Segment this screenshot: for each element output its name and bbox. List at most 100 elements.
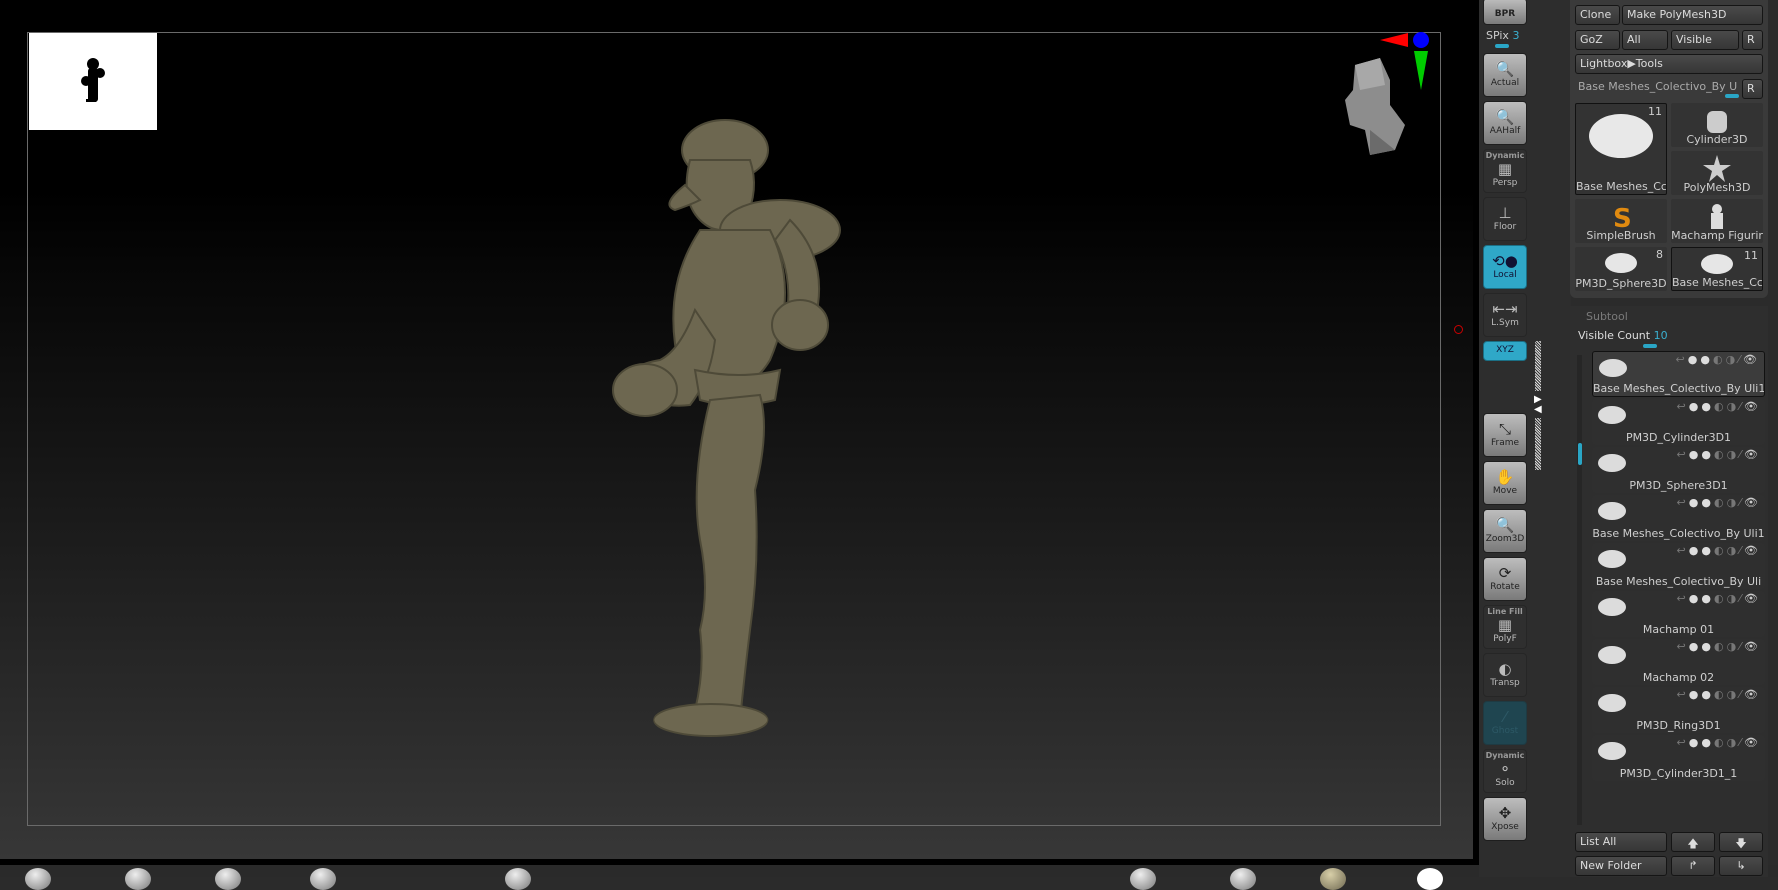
polypaint-toggle-icon[interactable]: ●● (1689, 544, 1714, 557)
folder-arrow-icon[interactable]: ↩ (1676, 353, 1688, 366)
folder-arrow-icon[interactable]: ↩ (1677, 544, 1689, 557)
tool-r-button[interactable]: R (1742, 79, 1763, 99)
actual-button[interactable]: 🔍 Actual (1483, 53, 1527, 97)
dynamic-toggle-icon[interactable]: ◑ (1727, 736, 1740, 749)
navigator-thumbnail[interactable] (29, 33, 157, 130)
brush-sphere-icon[interactable] (505, 868, 531, 890)
subtool-item[interactable]: ↩●●◐◑⁄👁 Machamp 02 (1592, 639, 1765, 685)
subtool-item[interactable]: ↩●●◐◑⁄👁 PM3D_Cylinder3D1_1 (1592, 735, 1765, 781)
subtool-item[interactable]: ↩●●◐◑⁄👁 PM3D_Sphere3D1 (1592, 447, 1765, 493)
solo-button[interactable]: Dynamic ⚬ Solo (1483, 749, 1527, 793)
brush-sphere-icon[interactable] (25, 868, 51, 890)
goz-visible-button[interactable]: Visible (1671, 30, 1739, 50)
subtool-item[interactable]: ↩●●◐◑⁄👁 Base Meshes_Colectivo_By Uli1 (1592, 351, 1765, 397)
folder-arrow-icon[interactable]: ↩ (1677, 640, 1689, 653)
subtool-scroll-thumb[interactable] (1578, 443, 1582, 465)
move-button[interactable]: ✋ Move (1483, 461, 1527, 505)
folder-arrow-icon[interactable]: ↩ (1677, 736, 1689, 749)
solo-toggle-icon[interactable]: ◐ (1714, 592, 1727, 605)
tool-slider-handle[interactable] (1725, 94, 1739, 98)
polypaint-toggle-icon[interactable]: ●● (1689, 688, 1714, 701)
eye-icon[interactable]: 👁 (1744, 688, 1761, 701)
transp-button[interactable]: ◐ Transp (1483, 653, 1527, 697)
redirect-up-button[interactable]: ↱ (1671, 856, 1715, 876)
lightbox-tools-button[interactable]: Lightbox▶Tools (1575, 54, 1763, 74)
local-button[interactable]: ⟲● Local (1483, 245, 1527, 289)
dynamic-toggle-icon[interactable]: ◑ (1727, 544, 1740, 557)
solo-toggle-icon[interactable]: ◐ (1713, 353, 1726, 366)
tool-thumbnail[interactable]: PolyMesh3D (1671, 151, 1763, 195)
dynamic-toggle-icon[interactable]: ◑ (1727, 592, 1740, 605)
goz-all-button[interactable]: All (1622, 30, 1668, 50)
subtool-toggles[interactable]: ↩●●◐◑⁄👁 (1677, 496, 1761, 509)
subtool-item[interactable]: ↩●●◐◑⁄👁 Base Meshes_Colectivo_By Uli (1592, 543, 1765, 589)
xpose-button[interactable]: ✥ Xpose (1483, 797, 1527, 841)
solo-toggle-icon[interactable]: ◐ (1714, 544, 1727, 557)
persp-button[interactable]: Dynamic ▦ Persp (1483, 149, 1527, 193)
dynamic-toggle-icon[interactable]: ◑ (1727, 400, 1740, 413)
lsym-button[interactable]: ⇤⇥ L.Sym (1483, 293, 1527, 337)
list-all-button[interactable]: List All (1575, 832, 1667, 852)
eye-icon[interactable]: 👁 (1744, 640, 1761, 653)
subtool-item[interactable]: ↩●●◐◑⁄👁 PM3D_Cylinder3D1 (1592, 399, 1765, 445)
dynamic-toggle-icon[interactable]: ◑ (1727, 640, 1740, 653)
tool-thumbnail[interactable]: Machamp Figurir (1671, 199, 1763, 243)
subtool-scrollbar[interactable] (1577, 355, 1582, 825)
brush-sphere-icon[interactable] (125, 868, 151, 890)
tool-thumbnail[interactable]: S SimpleBrush (1575, 199, 1667, 243)
polypaint-toggle-icon[interactable]: ●● (1689, 496, 1714, 509)
solo-toggle-icon[interactable]: ◐ (1714, 496, 1727, 509)
subtool-toggles[interactable]: ↩●●◐◑⁄👁 (1677, 640, 1761, 653)
eye-icon[interactable]: 👁 (1744, 736, 1761, 749)
eye-icon[interactable]: 👁 (1744, 448, 1761, 461)
solo-toggle-icon[interactable]: ◐ (1714, 688, 1727, 701)
move-up-button[interactable]: 🡅 (1671, 832, 1715, 852)
solo-toggle-icon[interactable]: ◐ (1714, 448, 1727, 461)
3d-model-machamp[interactable] (600, 110, 900, 754)
eye-icon[interactable]: 👁 (1744, 592, 1761, 605)
bpr-button[interactable]: BPR (1483, 0, 1527, 25)
zoom3d-button[interactable]: 🔍 Zoom3D (1483, 509, 1527, 553)
eye-icon[interactable]: 👁 (1744, 496, 1761, 509)
tool-thumbnail[interactable]: Cylinder3D (1671, 103, 1763, 147)
eye-icon[interactable]: 👁 (1743, 353, 1760, 366)
solo-toggle-icon[interactable]: ◐ (1714, 640, 1727, 653)
brush-sphere-icon[interactable] (1130, 868, 1156, 890)
current-tool-name[interactable]: Base Meshes_Colectivo_By U (1578, 80, 1738, 93)
visible-count-slider[interactable]: Visible Count 10 (1578, 329, 1668, 342)
dynamic-toggle-icon[interactable]: ◑ (1727, 496, 1740, 509)
subtool-toggles[interactable]: ↩●●◐◑⁄👁 (1677, 400, 1761, 413)
subtool-toggles[interactable]: ↩●●◐◑⁄👁 (1677, 736, 1761, 749)
scrollbar[interactable] (1535, 418, 1541, 470)
goz-r-button[interactable]: R (1742, 30, 1763, 50)
xyz-button[interactable]: XYZ (1483, 341, 1527, 361)
subtool-toggles[interactable]: ↩●●◐◑⁄👁 (1676, 353, 1760, 366)
ghost-button[interactable]: ⁄ Ghost (1483, 701, 1527, 745)
polypaint-toggle-icon[interactable]: ●● (1689, 736, 1714, 749)
eye-icon[interactable]: 👁 (1744, 544, 1761, 557)
subtool-item[interactable]: ↩●●◐◑⁄👁 Machamp 01 (1592, 591, 1765, 637)
aahalf-button[interactable]: 🔍 AAHalf (1483, 101, 1527, 145)
brush-sphere-icon[interactable] (310, 868, 336, 890)
dynamic-toggle-icon[interactable]: ◑ (1726, 353, 1739, 366)
folder-arrow-icon[interactable]: ↩ (1677, 688, 1689, 701)
redirect-down-button[interactable]: ↳ (1719, 856, 1763, 876)
subtool-toggles[interactable]: ↩●●◐◑⁄👁 (1677, 544, 1761, 557)
polypaint-toggle-icon[interactable]: ●● (1689, 448, 1714, 461)
subtool-toggles[interactable]: ↩●●◐◑⁄👁 (1677, 448, 1761, 461)
frame-button[interactable]: ⤡ Frame (1483, 413, 1527, 457)
tool-thumbnail[interactable]: 11 Base Meshes_Cc (1671, 247, 1763, 291)
polypaint-toggle-icon[interactable]: ●● (1689, 400, 1714, 413)
new-folder-button[interactable]: New Folder (1575, 856, 1667, 876)
clone-button[interactable]: Clone (1575, 5, 1620, 25)
subtool-header[interactable]: Subtool (1586, 310, 1628, 323)
spix-slider[interactable]: SPix 3 (1486, 29, 1519, 42)
move-down-button[interactable]: 🡇 (1719, 832, 1763, 852)
solo-toggle-icon[interactable]: ◐ (1714, 400, 1727, 413)
folder-arrow-icon[interactable]: ↩ (1677, 496, 1689, 509)
brush-sphere-icon[interactable] (215, 868, 241, 890)
subtool-toggles[interactable]: ↩●●◐◑⁄👁 (1677, 688, 1761, 701)
dynamic-toggle-icon[interactable]: ◑ (1727, 688, 1740, 701)
subtool-toggles[interactable]: ↩●●◐◑⁄👁 (1677, 592, 1761, 605)
collapse-arrows-icon[interactable]: ▶ ◀ (1534, 395, 1542, 415)
